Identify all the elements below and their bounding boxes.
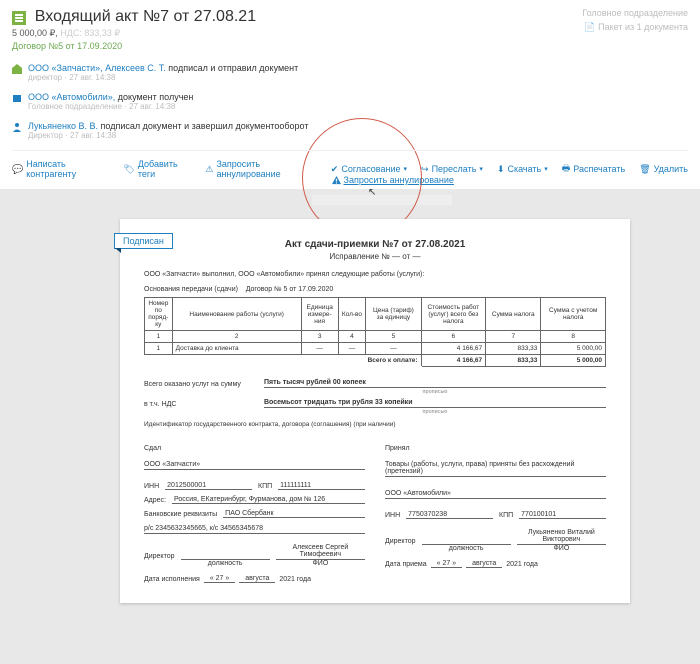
doc-correction: Исправление № — от — <box>144 252 606 261</box>
timeline-item: Лукьяненко В. В. подписал документ и зав… <box>12 121 688 140</box>
seller-block: Сдал ООО «Запчасти» ИНН2012500001КПП1111… <box>144 445 365 583</box>
table-row: 1 Доставка до клиента — — — 4 166,67 833… <box>145 343 606 355</box>
doc-intro: ООО «Запчасти» выполнил, ООО «Автомобили… <box>144 271 606 278</box>
gov-contract-id: Идентификатор государственного контракта… <box>144 421 606 429</box>
request-annul-button[interactable]: ⚠ Запросить аннулирование <box>205 159 316 179</box>
house-icon <box>12 64 22 74</box>
action-bar: 💬 Написать контрагенту 🏷 Добавить теги ⚠… <box>12 150 688 189</box>
signed-badge: Подписан <box>114 233 173 249</box>
document-preview: Подписан Акт сдачи-приемки №7 от 27.08.2… <box>120 219 630 603</box>
approval-button[interactable]: ✔ Согласование ▾ <box>331 159 407 179</box>
org-icon <box>12 93 22 103</box>
download-button[interactable]: ⬇ Скачать ▾ <box>497 159 548 179</box>
add-tags-button[interactable]: 🏷 Добавить теги <box>123 159 191 179</box>
delete-button[interactable]: 🗑 Удалить <box>639 159 688 179</box>
price-line: 5 000,00 ₽, НДС: 833,33 ₽ <box>12 28 256 39</box>
write-counterparty-button[interactable]: 💬 Написать контрагенту <box>12 159 109 179</box>
person-icon <box>12 122 22 132</box>
services-table: Номер по поряд-ку Наименование работы (у… <box>144 297 606 367</box>
buyer-block: Принял Товары (работы, услуги, права) пр… <box>385 445 606 583</box>
doc-basis: Основания передачи (сдачи) Договор № 5 о… <box>144 286 606 293</box>
division-label: Головное подразделение <box>582 8 688 18</box>
menu-icon[interactable] <box>12 11 26 25</box>
doc-title: Акт сдачи-приемки №7 от 27.08.2021 <box>144 239 606 250</box>
contract-link[interactable]: Договор №5 от 17.09.2020 <box>12 41 256 51</box>
page-title: Входящий акт №7 от 27.08.21 <box>35 8 256 25</box>
timeline-item: ООО «Автомобили», документ получен Голов… <box>12 92 688 111</box>
timeline-item: ООО «Запчасти», Алексеев С. Т. подписал … <box>12 63 688 82</box>
forward-button[interactable]: ↪ Переслать ▾ <box>421 159 483 179</box>
print-button[interactable]: 🖶 Распечатать <box>562 159 625 179</box>
package-link[interactable]: 📄 Пакет из 1 документа <box>582 22 688 33</box>
